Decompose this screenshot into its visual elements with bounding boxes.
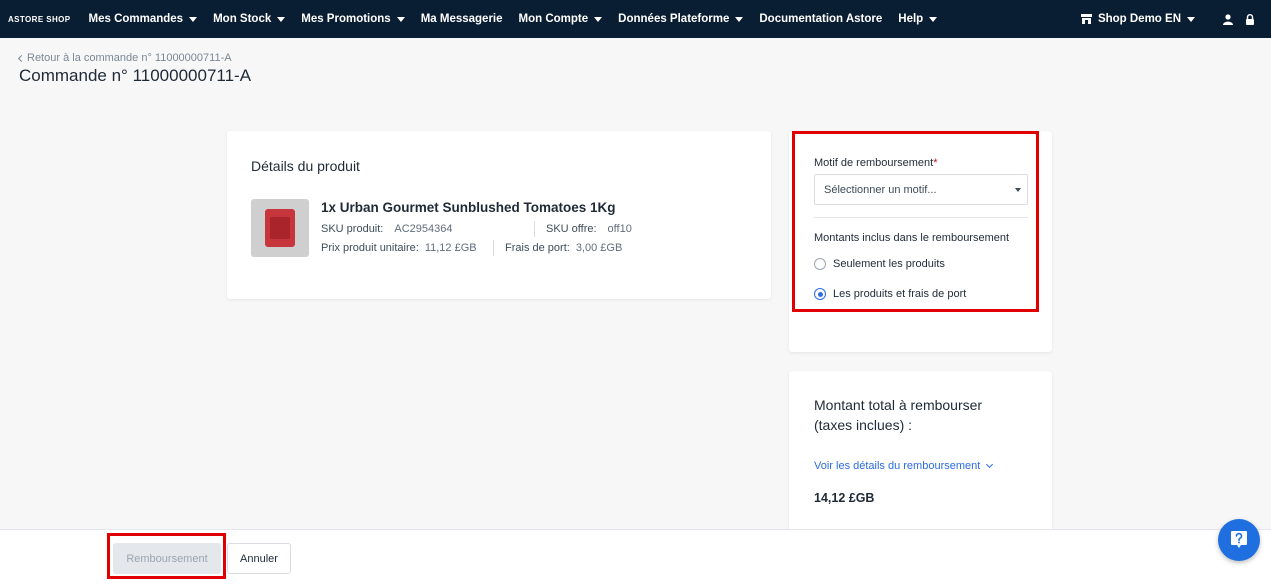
help-icon [1231,531,1247,548]
chevron-down-icon [277,16,286,22]
back-to-order-link[interactable]: Retour à la commande n° 11000000711-A [17,52,232,64]
shipping-label: Frais de port: [505,242,570,254]
total-title: Montant total à rembourser (taxes inclue… [814,397,983,433]
chevron-down-icon [594,16,603,22]
sku-value: AC2954364 [394,223,453,235]
chevron-down-icon [986,460,994,469]
sku-label: SKU produit: [321,223,384,235]
nav-label: Mon Stock [213,13,272,25]
unit-price-label: Prix produit unitaire: [321,242,419,254]
offer-label: SKU offre: [546,223,597,235]
page-title: Commande n° 11000000711-A [19,66,252,85]
nav-label: Données Plateforme [618,13,730,25]
lock-icon[interactable] [1245,13,1255,25]
chevron-left-icon [17,54,26,62]
shipping-row: Frais de port: 3,00 £GB [505,242,622,254]
total-amount: 14,12 £GB [814,491,875,505]
sku-row: SKU produit: AC2954364 [321,223,452,235]
chevron-down-icon [929,16,938,22]
product-section-title: Détails du produit [251,158,360,174]
offer-row: SKU offre: off10 [546,223,632,235]
nav-right-group: Shop Demo EN [1080,0,1255,38]
product-package [265,209,295,247]
shop-label: Shop Demo EN [1097,13,1181,25]
chevron-down-icon [396,16,405,22]
nav-mon-stock[interactable]: Mon Stock [213,13,286,25]
brand-logo[interactable]: ASTORE SHOP [8,15,71,24]
highlight-box-refund-button [107,533,226,579]
highlight-box-refund-form [792,131,1039,312]
nav-donnees-plateforme[interactable]: Données Plateforme [618,13,744,25]
nav-label: Help [898,13,924,25]
unit-price-value: 11,12 £GB [424,242,477,254]
product-name: 1x Urban Gourmet Sunblushed Tomatoes 1Kg [321,200,616,215]
chevron-down-icon [189,16,198,22]
divider [534,221,535,237]
store-icon [1080,14,1092,24]
divider [493,240,494,256]
offer-value: off10 [607,223,632,235]
refund-details-link[interactable]: Voir les détails du remboursement [814,460,994,472]
nav-documentation[interactable]: Documentation Astore [759,13,882,25]
chevron-down-icon [1187,16,1195,22]
shipping-value: 3,00 £GB [575,242,623,254]
user-icon[interactable] [1223,13,1233,25]
chevron-down-icon [735,16,744,22]
unit-price-row: Prix produit unitaire: 11,12 £GB [321,242,477,254]
product-details-card: Détails du produit 1x Urban Gourmet Sunb… [227,131,771,299]
nav-label: Documentation Astore [759,13,883,25]
product-image [251,199,309,257]
nav-mes-commandes[interactable]: Mes Commandes [89,13,198,25]
nav-label: Ma Messagerie [420,13,503,25]
nav-label: Mes Commandes [88,13,184,25]
nav-label: Mon Compte [518,13,589,25]
nav-mon-compte[interactable]: Mon Compte [519,13,603,25]
details-link-label: Voir les détails du remboursement [814,460,981,472]
top-navbar: ASTORE SHOP Mes Commandes Mon Stock Mes … [0,0,1271,38]
nav-mes-promotions[interactable]: Mes Promotions [301,13,405,25]
nav-help[interactable]: Help [898,13,938,25]
refund-total-card: Montant total à rembourser (taxes inclue… [789,371,1052,541]
nav-ma-messagerie[interactable]: Ma Messagerie [421,13,503,25]
help-button[interactable] [1218,519,1260,561]
shop-selector[interactable]: Shop Demo EN [1080,13,1195,25]
back-link-label: Retour à la commande n° 11000000711-A [27,52,232,64]
nav-label: Mes Promotions [301,13,391,25]
cancel-button[interactable]: Annuler [227,543,291,574]
